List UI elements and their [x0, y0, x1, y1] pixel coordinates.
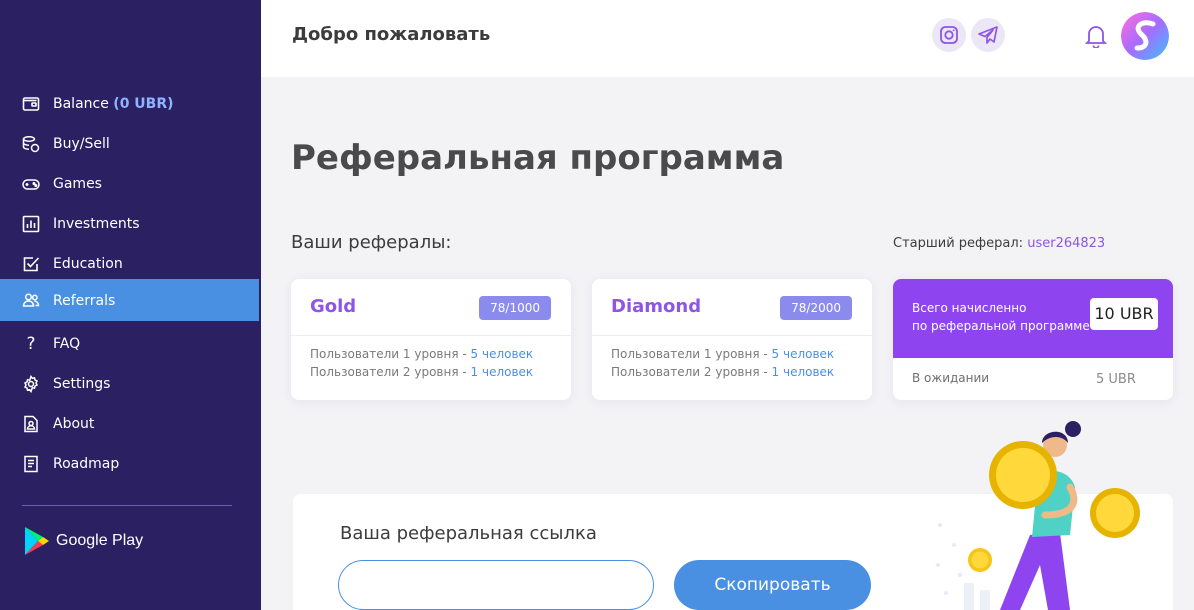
- wallet-icon: [22, 97, 40, 111]
- sidebar-item-about[interactable]: About: [0, 404, 259, 444]
- level1-users: Пользователи 1 уровня - 5 человек: [611, 347, 834, 361]
- senior-referral-user[interactable]: user264823: [1027, 236, 1105, 251]
- referral-card-gold: Gold 78/1000 Пользователи 1 уровня - 5 ч…: [291, 279, 571, 400]
- sidebar: Balance (0 UBR) Buy/Sell Games Investmen…: [0, 0, 261, 610]
- level1-count[interactable]: 5 человек: [471, 347, 534, 361]
- card-divider: [291, 335, 571, 336]
- card-divider: [592, 335, 872, 336]
- page-title: Реферальная программа: [291, 138, 785, 178]
- sidebar-item-label: Roadmap: [53, 456, 120, 472]
- sidebar-item-balance[interactable]: Balance (0 UBR): [0, 84, 259, 124]
- avatar[interactable]: [1121, 12, 1169, 60]
- sidebar-item-education[interactable]: Education: [0, 244, 259, 284]
- pending-label: В ожидании: [912, 371, 990, 385]
- sidebar-item-referrals[interactable]: Referrals: [0, 279, 259, 321]
- instagram-button[interactable]: [932, 18, 966, 52]
- total-earned-card: Всего начисленно по реферальной программ…: [893, 279, 1173, 400]
- sidebar-item-label: About: [53, 416, 95, 432]
- sidebar-item-label: Buy/Sell: [53, 136, 110, 152]
- sidebar-item-settings[interactable]: Settings: [0, 364, 259, 404]
- coins-icon: [22, 136, 40, 153]
- level1-users: Пользователи 1 уровня - 5 человек: [310, 347, 533, 361]
- avatar-logo-s-icon: [1121, 12, 1169, 60]
- sidebar-item-label: Investments: [53, 216, 140, 232]
- instagram-icon: [940, 26, 958, 44]
- document-person-icon: [24, 415, 38, 433]
- sidebar-item-label: Balance: [53, 96, 109, 112]
- level2-users: Пользователи 2 уровня - 1 человек: [310, 365, 533, 379]
- level2-count[interactable]: 1 человек: [471, 365, 534, 379]
- senior-referral-label: Старший реферал:: [893, 236, 1024, 251]
- google-play-label: Google Play: [56, 532, 144, 549]
- bell-icon[interactable]: [1085, 24, 1107, 48]
- level1-label: Пользователи 1 уровня -: [611, 347, 768, 361]
- referral-card-diamond: Diamond 78/2000 Пользователи 1 уровня - …: [592, 279, 872, 400]
- sidebar-item-label: Education: [53, 256, 123, 272]
- balance-amount: (0 UBR): [113, 96, 174, 112]
- level2-count[interactable]: 1 человек: [772, 365, 835, 379]
- welcome-title: Добро пожаловать: [292, 24, 491, 45]
- sidebar-item-label: FAQ: [53, 336, 81, 352]
- sidebar-item-label: Settings: [53, 376, 111, 392]
- gamepad-icon: [22, 179, 40, 190]
- referrals-heading: Ваши рефералы:: [291, 232, 452, 253]
- sidebar-item-buy-sell[interactable]: Buy/Sell: [0, 124, 259, 164]
- total-earned-label: Всего начисленно по реферальной программ…: [912, 299, 1092, 335]
- question-icon: ?: [26, 334, 36, 354]
- card-badge: 78/2000: [780, 296, 852, 320]
- level1-label: Пользователи 1 уровня -: [310, 347, 467, 361]
- google-play-icon: [25, 527, 49, 555]
- level2-label: Пользователи 2 уровня -: [611, 365, 768, 379]
- chart-icon: [22, 215, 40, 233]
- card-badge: 78/1000: [479, 296, 551, 320]
- telegram-button[interactable]: [971, 18, 1005, 52]
- google-play-link[interactable]: Google Play: [24, 526, 143, 556]
- telegram-icon: [978, 26, 998, 44]
- referral-link-input[interactable]: [338, 560, 654, 610]
- sidebar-item-faq[interactable]: ? FAQ: [0, 324, 259, 364]
- gear-icon: [23, 375, 39, 393]
- total-earned-value: 10 UBR: [1090, 298, 1158, 330]
- pending-value: 5 UBR: [1096, 372, 1136, 387]
- level1-count[interactable]: 5 человек: [772, 347, 835, 361]
- card-title: Diamond: [611, 296, 702, 317]
- total-label-line1: Всего начисленно: [912, 301, 1027, 315]
- users-icon: [22, 293, 40, 307]
- top-header: Добро пожаловать: [261, 0, 1194, 77]
- sidebar-item-label: Referrals: [53, 293, 116, 309]
- card-title: Gold: [310, 296, 357, 317]
- sidebar-item-games[interactable]: Games: [0, 164, 259, 204]
- sidebar-item-label: Games: [53, 176, 102, 192]
- list-icon: [24, 455, 38, 473]
- referral-link-title: Ваша реферальная ссылка: [340, 523, 597, 544]
- checkbox-icon: [23, 257, 40, 272]
- copy-button[interactable]: Скопировать: [674, 560, 871, 610]
- total-label-line2: по реферальной программе: [912, 319, 1090, 333]
- sidebar-divider: [22, 505, 232, 506]
- level2-users: Пользователи 2 уровня - 1 человек: [611, 365, 834, 379]
- sidebar-item-investments[interactable]: Investments: [0, 204, 259, 244]
- senior-referral: Старший реферал: user264823: [893, 236, 1105, 251]
- level2-label: Пользователи 2 уровня -: [310, 365, 467, 379]
- sidebar-item-roadmap[interactable]: Roadmap: [0, 444, 259, 484]
- total-earned-header: Всего начисленно по реферальной программ…: [893, 279, 1173, 358]
- coins-person-illustration: [936, 421, 1140, 610]
